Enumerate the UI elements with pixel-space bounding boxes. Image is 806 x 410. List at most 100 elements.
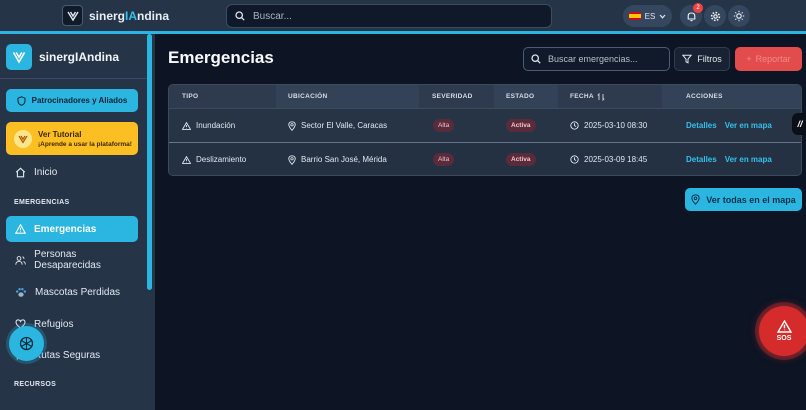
- emergency-date: 2025-03-10 08:30: [584, 121, 648, 130]
- status-badge: Activa: [506, 153, 536, 166]
- top-bar: sinergIAndina ES 2: [0, 0, 806, 31]
- details-link[interactable]: Detalles: [686, 155, 717, 164]
- cell-estado: Activa: [506, 109, 536, 142]
- cell-acciones: Detalles Ver en mapa: [686, 109, 772, 142]
- settings-button[interactable]: [704, 5, 726, 27]
- sidebar-brand[interactable]: sinergIAndina: [6, 44, 119, 70]
- cell-ubicacion: Barrio San José, Mérida: [288, 143, 387, 175]
- section-recursos: RECURSOS: [14, 381, 57, 388]
- header-acciones: ACCIONES: [686, 93, 723, 100]
- side-widget-tab[interactable]: //: [792, 113, 806, 135]
- cell-ubicacion: Sector El Valle, Caracas: [288, 109, 387, 142]
- sidebar-item-inicio[interactable]: Inicio: [6, 159, 138, 185]
- table-row: Inundación Sector El Valle, Caracas Alta…: [169, 108, 801, 142]
- sidebar-item-label: Mascotas Perdidas: [35, 286, 121, 298]
- brand[interactable]: sinergIAndina: [62, 5, 169, 26]
- tutorial-logo-icon: [14, 129, 32, 148]
- cell-acciones: Detalles Ver en mapa: [686, 143, 772, 175]
- filters-button[interactable]: Filtros: [674, 47, 730, 71]
- emergency-type: Inundación: [196, 121, 236, 130]
- warning-icon: [776, 320, 792, 333]
- sidebar-divider: [0, 78, 147, 79]
- view-on-map-link[interactable]: Ver en mapa: [725, 155, 772, 164]
- location-pin-icon: [288, 120, 296, 131]
- sidebar-item-label: Rutas Seguras: [34, 349, 101, 361]
- tutorial-button[interactable]: Ver Tutorial ¡Aprende a usar la platafor…: [6, 122, 138, 155]
- chevron-down-icon: [659, 14, 666, 19]
- header-fecha-label: FECHA: [570, 93, 594, 100]
- header-fecha[interactable]: FECHA: [570, 85, 605, 108]
- clock-icon: [570, 121, 579, 130]
- severity-badge: Alta: [433, 153, 455, 166]
- search-icon: [235, 11, 245, 21]
- sidebar-item-label: Inicio: [34, 166, 58, 178]
- view-on-map-link[interactable]: Ver en mapa: [725, 121, 772, 130]
- warning-icon: [182, 155, 191, 164]
- notifications-button[interactable]: 2: [680, 3, 703, 27]
- sidebar-item-label: Refugios: [34, 318, 74, 330]
- sos-label: SOS: [776, 335, 792, 342]
- location-pin-icon: [691, 194, 700, 205]
- severity-badge: Alta: [433, 119, 455, 132]
- sponsors-button[interactable]: Patrocinadores y Aliados: [6, 89, 138, 112]
- sidebar-logo-icon: [6, 44, 32, 70]
- assistant-fab[interactable]: [9, 326, 44, 361]
- clock-icon: [570, 155, 579, 164]
- sidebar-item-mascotas-perdidas[interactable]: Mascotas Perdidas: [6, 279, 138, 305]
- cell-severidad: Alta: [433, 143, 455, 175]
- emergency-search[interactable]: [523, 47, 670, 71]
- cell-tipo: Deslizamiento: [182, 143, 247, 175]
- global-search[interactable]: [226, 4, 552, 28]
- header-severidad[interactable]: SEVERIDAD: [432, 85, 473, 108]
- emergency-location: Barrio San José, Mérida: [301, 155, 387, 164]
- language-code: ES: [644, 11, 656, 21]
- header-tipo[interactable]: TIPO: [182, 85, 198, 108]
- notification-badge: 2: [693, 3, 703, 13]
- sun-icon: [733, 10, 745, 22]
- assistant-icon: [19, 336, 34, 351]
- details-link[interactable]: Detalles: [686, 121, 717, 130]
- search-icon: [531, 54, 541, 64]
- emergency-date: 2025-03-09 18:45: [584, 155, 648, 164]
- cell-fecha: 2025-03-10 08:30: [570, 109, 647, 142]
- sidebar-item-label: Emergencias: [34, 223, 97, 235]
- sponsors-label: Patrocinadores y Aliados: [31, 96, 128, 105]
- global-search-input[interactable]: [253, 10, 533, 22]
- spain-flag-icon: [628, 12, 641, 20]
- cell-fecha: 2025-03-09 18:45: [570, 143, 648, 175]
- table-row: Deslizamiento Barrio San José, Mérida Al…: [169, 142, 801, 175]
- sidebar-brand-name: sinergIAndina: [39, 50, 120, 64]
- brand-logo-icon: [62, 5, 83, 26]
- brand-name: sinergIAndina: [89, 8, 170, 23]
- cell-estado: Activa: [506, 143, 536, 175]
- sort-icon[interactable]: [597, 92, 605, 101]
- sidebar-item-label: Personas Desaparecidas: [34, 249, 101, 271]
- paw-icon: [16, 287, 26, 297]
- emergency-search-input[interactable]: [548, 54, 666, 64]
- sidebar-item-emergencias[interactable]: Emergencias: [6, 216, 138, 242]
- language-selector[interactable]: ES: [623, 5, 672, 27]
- view-all-on-map-label: Ver todas en el mapa: [706, 194, 796, 205]
- report-button[interactable]: + Reportar: [735, 47, 802, 71]
- warning-icon: [15, 224, 26, 234]
- filters-label: Filtros: [697, 54, 722, 64]
- header-estado[interactable]: ESTADO: [506, 85, 534, 108]
- warning-icon: [182, 121, 191, 130]
- table-header: TIPO UBICACIÓN SEVERIDAD ESTADO FECHA AC…: [169, 85, 801, 108]
- view-all-on-map-button[interactable]: Ver todas en el mapa: [685, 188, 802, 211]
- location-pin-icon: [288, 154, 296, 165]
- users-icon: [15, 255, 26, 265]
- gear-icon: [710, 11, 720, 21]
- theme-toggle-button[interactable]: [728, 5, 750, 27]
- emergency-location: Sector El Valle, Caracas: [301, 121, 388, 130]
- sidebar-item-personas-desaparecidas[interactable]: Personas Desaparecidas: [6, 247, 138, 273]
- report-label: Reportar: [755, 54, 791, 64]
- sos-button[interactable]: SOS: [759, 306, 806, 356]
- filter-icon: [682, 54, 693, 64]
- header-ubicacion[interactable]: UBICACIÓN: [288, 85, 328, 108]
- cell-tipo: Inundación: [182, 109, 235, 142]
- sidebar-scrollbar[interactable]: [147, 34, 152, 290]
- emergency-type: Deslizamiento: [196, 155, 247, 164]
- plus-icon: +: [746, 54, 752, 64]
- tutorial-subtitle: ¡Aprende a usar la plataforma!: [38, 140, 132, 148]
